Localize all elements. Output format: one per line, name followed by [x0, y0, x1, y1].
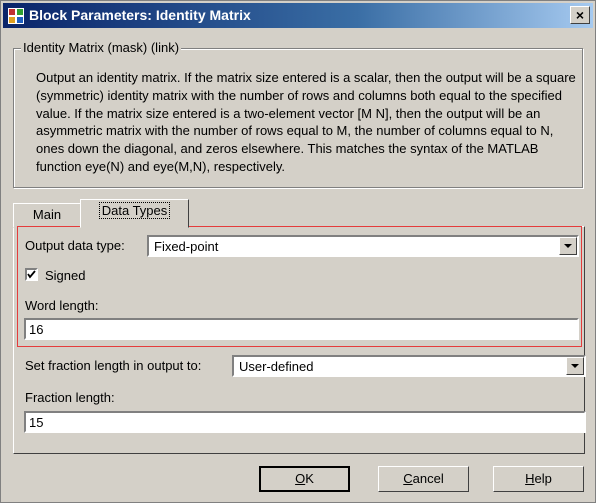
output-data-type-select[interactable]: Fixed-point [147, 235, 579, 257]
close-icon: × [575, 7, 585, 23]
ok-hotkey: O [295, 471, 306, 486]
tab-data-types[interactable]: Data Types [80, 199, 189, 228]
checkmark-icon [27, 270, 36, 279]
fraction-mode-label: Set fraction length in output to: [25, 358, 202, 373]
tab-main-label: Main [32, 207, 62, 222]
ok-button[interactable]: OK [259, 466, 350, 492]
block-description: Output an identity matrix. If the matrix… [36, 70, 576, 174]
cancel-hotkey: C [403, 471, 413, 486]
chevron-down-icon[interactable] [566, 357, 584, 375]
fraction-length-value: 15 [29, 415, 44, 430]
help-button[interactable]: Help [493, 466, 584, 492]
cancel-label: ancel [412, 471, 444, 486]
groupbox-legend: Identity Matrix (mask) (link) [21, 40, 182, 55]
tab-main[interactable]: Main [13, 203, 81, 228]
fraction-mode-value: User-defined [239, 359, 314, 374]
cancel-button[interactable]: Cancel [378, 466, 469, 492]
word-length-input[interactable]: 16 [24, 318, 579, 340]
help-hotkey: H [525, 471, 535, 486]
fraction-mode-select[interactable]: User-defined [232, 355, 586, 377]
dialog-window: Block Parameters: Identity Matrix × Iden… [0, 0, 596, 503]
output-data-type-label: Output data type: [25, 238, 125, 253]
signed-label: Signed [45, 268, 86, 283]
word-length-value: 16 [29, 322, 44, 337]
signed-checkbox[interactable] [25, 268, 38, 281]
output-data-type-value: Fixed-point [154, 239, 219, 254]
ok-label: K [305, 471, 314, 486]
close-button[interactable]: × [570, 6, 590, 24]
tab-data-types-label: Data Types [98, 202, 171, 219]
title-bar[interactable]: Block Parameters: Identity Matrix × [3, 3, 593, 28]
help-label: elp [534, 471, 552, 486]
chevron-down-icon[interactable] [559, 237, 577, 255]
fraction-length-input[interactable]: 15 [24, 411, 586, 433]
fraction-length-label: Fraction length: [25, 390, 115, 405]
word-length-label: Word length: [25, 298, 99, 313]
simulink-block-icon [8, 8, 24, 24]
window-title: Block Parameters: Identity Matrix [29, 7, 251, 23]
